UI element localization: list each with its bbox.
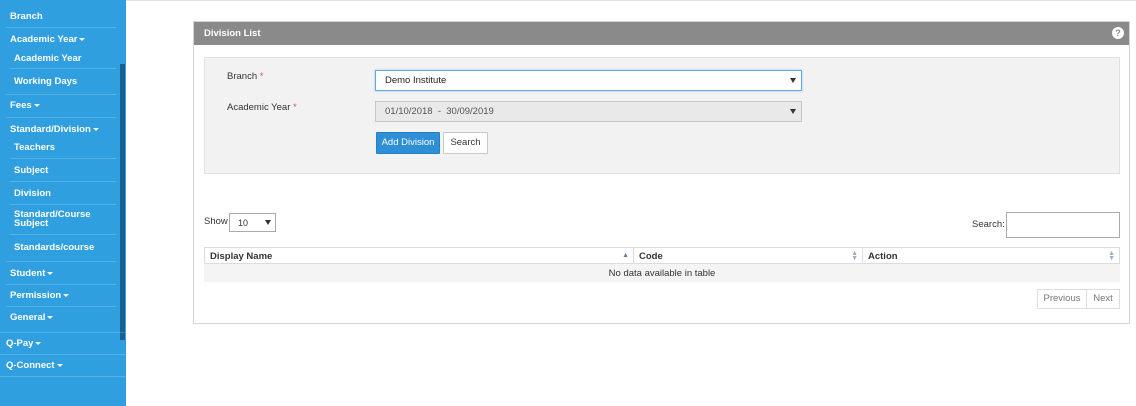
- sort-icon: ▲ ▼: [851, 250, 858, 262]
- table-search-input[interactable]: [1006, 212, 1120, 238]
- page-size-value: 10: [238, 218, 249, 228]
- sidebar-item-label: Standard/Division: [10, 124, 91, 135]
- sidebar-item-student[interactable]: Student: [10, 268, 54, 279]
- sidebar-item-standard-division[interactable]: Standard/Division: [10, 124, 99, 135]
- caret-down-icon: [33, 103, 40, 107]
- sidebar-item-label: General: [10, 312, 46, 323]
- sidebar-subitem-standard-course-subject[interactable]: Standard/Course Subject: [14, 210, 91, 229]
- column-header-code[interactable]: Code ▲ ▼: [633, 247, 863, 264]
- sidebar-item-label: Teachers: [14, 142, 56, 153]
- branch-label: Branch *: [227, 71, 263, 82]
- sidebar-item-label: Branch: [10, 11, 43, 22]
- divider: [10, 68, 116, 69]
- caret-down-icon: [35, 341, 42, 345]
- panel-header: Division List ?: [194, 22, 1129, 45]
- next-page-button[interactable]: Next: [1086, 289, 1120, 309]
- academic-year-select-value: 01/10/2018 - 30/09/2019: [385, 106, 494, 117]
- sidebar-item-academic-year[interactable]: Academic Year: [10, 34, 86, 45]
- divider: [6, 117, 116, 118]
- caret-down-icon: [63, 293, 70, 297]
- sidebar-item-branch[interactable]: Branch: [10, 11, 43, 22]
- column-header-action[interactable]: Action ▲ ▼: [862, 247, 1120, 264]
- sidebar-subitem-academic-year[interactable]: Academic Year: [14, 53, 81, 64]
- sidebar-item-label: Standards/course: [14, 242, 95, 253]
- search-button[interactable]: Search: [443, 132, 488, 154]
- divider: [6, 306, 116, 307]
- required-mark: *: [259, 71, 264, 82]
- academic-year-select[interactable]: 01/10/2018 - 30/09/2019: [375, 101, 802, 122]
- caret-down-icon: [47, 271, 54, 275]
- divider: [10, 181, 116, 182]
- divider: [10, 204, 116, 205]
- caret-down-icon: [56, 363, 63, 367]
- dropdown-arrow-icon: [790, 109, 796, 114]
- column-header-label: Action: [868, 251, 898, 262]
- column-header-label: Display Name: [210, 251, 273, 262]
- branch-select[interactable]: Demo Institute: [375, 70, 802, 91]
- show-entries-label: Show: [204, 216, 228, 227]
- sidebar-subitem-division[interactable]: Division: [14, 188, 51, 199]
- caret-down-icon: [92, 127, 99, 131]
- divider: [0, 376, 126, 377]
- empty-table-message: No data available in table: [204, 264, 1120, 282]
- table-search-label: Search:: [972, 219, 1005, 230]
- caret-down-icon: [79, 37, 86, 41]
- column-header-display-name[interactable]: Display Name ▲: [204, 247, 634, 264]
- sidebar-item-label: Q-Pay: [6, 338, 34, 349]
- divider: [0, 332, 126, 333]
- divider: [10, 234, 116, 235]
- column-header-label: Code: [639, 251, 663, 262]
- dropdown-arrow-icon: [790, 78, 796, 83]
- sidebar-item-label: Academic Year: [14, 53, 82, 64]
- academic-year-label-text: Academic Year: [227, 102, 291, 113]
- sidebar-item-label: Academic Year: [10, 34, 78, 45]
- divider: [6, 261, 116, 262]
- divider: [0, 354, 126, 355]
- sidebar-item-label: Q-Connect: [6, 360, 55, 371]
- sidebar-item-general[interactable]: General: [10, 312, 54, 323]
- divider: [10, 158, 116, 159]
- required-mark: *: [293, 102, 297, 113]
- branch-select-value: Demo Institute: [385, 75, 447, 86]
- sidebar-item-label: Permission: [10, 290, 62, 301]
- sidebar-item-q-connect[interactable]: Q-Connect: [6, 360, 63, 371]
- sidebar-scrollbar[interactable]: [120, 64, 125, 340]
- academic-year-label: Academic Year *: [227, 102, 297, 113]
- filter-form: Branch * Demo Institute Academic Year * …: [204, 57, 1120, 174]
- sort-icon: ▲ ▼: [1108, 250, 1115, 262]
- sidebar-item-label: Working Days: [14, 76, 78, 87]
- sidebar-item-label: Subject: [14, 165, 49, 176]
- sidebar-item-label: Fees: [10, 100, 32, 111]
- divider: [6, 27, 116, 28]
- sidebar-item-label: Student: [10, 268, 46, 279]
- page-size-select[interactable]: 10: [229, 213, 276, 232]
- branch-label-text: Branch: [227, 71, 258, 82]
- dropdown-arrow-icon: [265, 220, 271, 225]
- sort-ascending-icon: ▲: [622, 252, 629, 259]
- sidebar-item-fees[interactable]: Fees: [10, 100, 40, 111]
- sidebar-item-q-pay[interactable]: Q-Pay: [6, 338, 42, 349]
- sidebar-subitem-subject[interactable]: Subject: [14, 165, 48, 176]
- previous-page-button[interactable]: Previous: [1037, 289, 1087, 309]
- help-icon[interactable]: ?: [1112, 27, 1124, 39]
- sidebar-subitem-teachers[interactable]: Teachers: [14, 142, 55, 153]
- panel-title: Division List: [204, 28, 261, 39]
- divider: [6, 94, 116, 95]
- divider: [6, 284, 116, 285]
- add-division-button[interactable]: Add Division: [376, 132, 440, 154]
- sidebar-item-label: Division: [14, 188, 51, 199]
- sidebar-subitem-working-days[interactable]: Working Days: [14, 76, 77, 87]
- sidebar-item-label: Subject: [14, 218, 49, 229]
- caret-down-icon: [47, 315, 54, 319]
- sidebar-item-permission[interactable]: Permission: [10, 290, 70, 301]
- top-divider: [126, 0, 1136, 1]
- sidebar-subitem-standards-course[interactable]: Standards/course: [14, 242, 94, 253]
- division-list-panel: Division List ? Branch * Demo Institute …: [193, 21, 1130, 324]
- sidebar: Branch Academic Year Academic Year Worki…: [0, 0, 126, 406]
